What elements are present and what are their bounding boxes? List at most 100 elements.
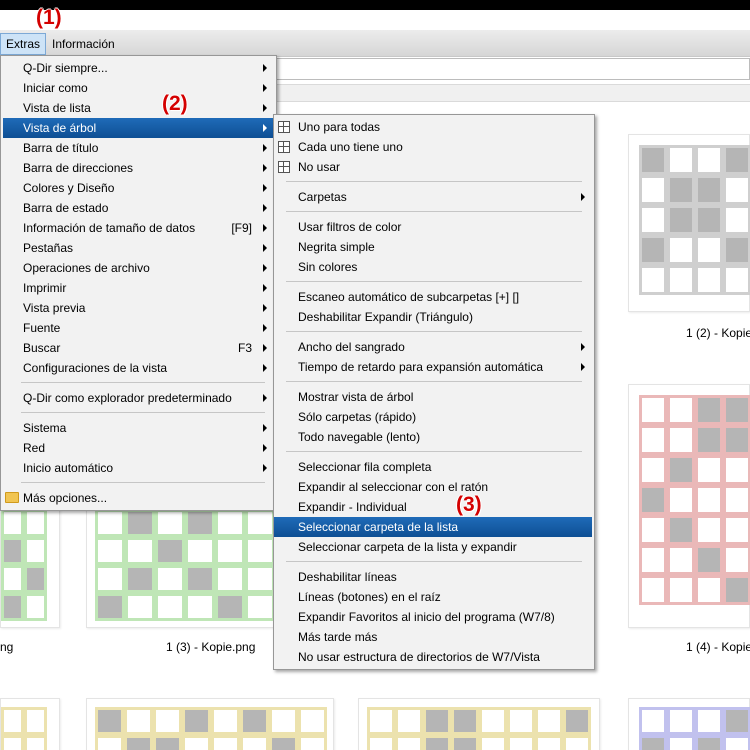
tree-item-solo-carpetas-rapido[interactable]: Sólo carpetas (rápido) <box>274 407 592 427</box>
extras-item-q-dir-siempre[interactable]: Q-Dir siempre... <box>3 58 274 78</box>
menu-item-label: Barra de direcciones <box>23 161 134 175</box>
tree-item-no-usar[interactable]: No usar <box>274 157 592 177</box>
submenu-arrow-icon <box>581 343 585 351</box>
tree-item-expandir-individual[interactable]: Expandir - Individual <box>274 497 592 517</box>
menu-separator <box>286 561 582 562</box>
extras-item-vista-previa[interactable]: Vista previa <box>3 298 274 318</box>
extras-item-colores-y-diseno[interactable]: Colores y Diseño <box>3 178 274 198</box>
menu-separator <box>21 482 265 483</box>
tree-item-seleccionar-fila-completa[interactable]: Seleccionar fila completa <box>274 457 592 477</box>
address-bar[interactable] <box>270 58 750 80</box>
annotation-1: (1) <box>36 6 62 29</box>
tree-item-todo-navegable-lento[interactable]: Todo navegable (lento) <box>274 427 592 447</box>
menu-item-label: Sin colores <box>298 260 358 274</box>
extras-item-red[interactable]: Red <box>3 438 274 458</box>
submenu-arrow-icon <box>581 193 585 201</box>
tree-item-escaneo-automatico-de-subcarpetas[interactable]: Escaneo automático de subcarpetas [+] [] <box>274 287 592 307</box>
submenu-arrow-icon <box>263 144 267 152</box>
menu-item-label: Usar filtros de color <box>298 220 402 234</box>
extras-item-q-dir-como-explorador-predeterminado[interactable]: Q-Dir como explorador predeterminado <box>3 388 274 408</box>
tree-item-seleccionar-carpeta-de-la-lista[interactable]: Seleccionar carpeta de la lista <box>274 517 592 537</box>
submenu-arrow-icon <box>263 64 267 72</box>
tree-item-tiempo-de-retardo-para-expansion-automatica[interactable]: Tiempo de retardo para expansión automát… <box>274 357 592 377</box>
menu-item-label: Seleccionar fila completa <box>298 460 432 474</box>
menu-item-label: Inicio automático <box>23 461 114 475</box>
submenu-arrow-icon <box>263 304 267 312</box>
thumbnail-bottom-1[interactable] <box>0 698 60 750</box>
tree-item-expandir-al-seleccionar-con-el-raton[interactable]: Expandir al seleccionar con el ratón <box>274 477 592 497</box>
extras-item-operaciones-de-archivo[interactable]: Operaciones de archivo <box>3 258 274 278</box>
submenu-arrow-icon <box>263 464 267 472</box>
extras-item-barra-de-titulo[interactable]: Barra de título <box>3 138 274 158</box>
tree-item-ancho-del-sangrado[interactable]: Ancho del sangrado <box>274 337 592 357</box>
tree-item-carpetas[interactable]: Carpetas <box>274 187 592 207</box>
extras-item-pestanas[interactable]: Pestañas <box>3 238 274 258</box>
tree-item-deshabilitar-lineas[interactable]: Deshabilitar líneas <box>274 567 592 587</box>
menu-item-shortcut: [F9] <box>231 221 252 235</box>
annotation-2: (2) <box>162 92 188 115</box>
menu-item-label: Seleccionar carpeta de la lista <box>298 520 459 534</box>
menu-item-label: Q-Dir siempre... <box>23 61 108 75</box>
extras-item-vista-de-arbol[interactable]: Vista de árbol <box>3 118 274 138</box>
extras-item-configuraciones-de-la-vista[interactable]: Configuraciones de la vista <box>3 358 274 378</box>
tree-item-expandir-favoritos-al-inicio-del-programa-w7-8[interactable]: Expandir Favoritos al inicio del program… <box>274 607 592 627</box>
tree-item-lineas-botones-en-el-raiz[interactable]: Líneas (botones) en el raíz <box>274 587 592 607</box>
submenu-arrow-icon <box>263 364 267 372</box>
menu-item-label: Fuente <box>23 321 61 335</box>
menu-item-label: Deshabilitar Expandir (Triángulo) <box>298 310 473 324</box>
tree-item-negrita-simple[interactable]: Negrita simple <box>274 237 592 257</box>
menu-item-label: Vista de lista <box>23 101 91 115</box>
menu-item-label: Escaneo automático de subcarpetas [+] [] <box>298 290 520 304</box>
tree-item-sin-colores[interactable]: Sin colores <box>274 257 592 277</box>
submenu-arrow-icon <box>263 124 267 132</box>
extras-item-iniciar-como[interactable]: Iniciar como <box>3 78 274 98</box>
tree-item-no-usar-estructura-de-directorios-de-w7-vista[interactable]: No usar estructura de directorios de W7/… <box>274 647 592 667</box>
extras-item-vista-de-lista[interactable]: Vista de lista <box>3 98 274 118</box>
extras-item-informacion-de-tamano-de-datos[interactable]: Información de tamaño de datos [F9] <box>3 218 274 238</box>
extras-item-inicio-automatico[interactable]: Inicio automático <box>3 458 274 478</box>
menu-separator <box>286 381 582 382</box>
thumbnail-caption: ng <box>0 640 14 654</box>
menu-item-label: Vista de árbol <box>23 121 97 135</box>
menu-item-label: Pestañas <box>23 241 74 255</box>
extras-item-imprimir[interactable]: Imprimir <box>3 278 274 298</box>
extras-item-fuente[interactable]: Fuente <box>3 318 274 338</box>
extras-item-sistema[interactable]: Sistema <box>3 418 274 438</box>
thumbnail-partial-left[interactable] <box>0 500 60 628</box>
thumbnail-1-2-kopie[interactable] <box>628 134 750 312</box>
thumbnail-bottom-3[interactable] <box>358 698 600 750</box>
image-preview <box>1 509 47 621</box>
extras-item-mas-opciones[interactable]: Más opciones... <box>3 488 274 508</box>
extras-item-barra-de-estado[interactable]: Barra de estado <box>3 198 274 218</box>
menu-informacion[interactable]: Información <box>47 33 120 55</box>
thumbnail-caption: 1 (2) - Kopie <box>686 326 750 340</box>
tree-item-seleccionar-carpeta-de-la-lista-y-expandir[interactable]: Seleccionar carpeta de la lista y expand… <box>274 537 592 557</box>
menu-item-label: Líneas (botones) en el raíz <box>298 590 441 604</box>
submenu-arrow-icon <box>263 104 267 112</box>
tree-item-mas-tarde-mas[interactable]: Más tarde más <box>274 627 592 647</box>
tree-layout-icon <box>278 141 290 153</box>
menu-item-label: Información de tamaño de datos <box>23 221 196 235</box>
extras-item-buscar[interactable]: Buscar F3 <box>3 338 274 358</box>
tree-item-usar-filtros-de-color[interactable]: Usar filtros de color <box>274 217 592 237</box>
submenu-arrow-icon <box>263 264 267 272</box>
submenu-arrow-icon <box>263 224 267 232</box>
thumbnail-1-4-kopie[interactable] <box>628 384 750 628</box>
tree-layout-icon <box>278 161 290 173</box>
menu-item-label: Carpetas <box>298 190 347 204</box>
submenu-arrow-icon <box>263 204 267 212</box>
thumbnail-bottom-2[interactable] <box>86 698 334 750</box>
extras-menu: Q-Dir siempre... Iniciar como Vista de lis… <box>0 55 277 511</box>
submenu-arrow-icon <box>263 184 267 192</box>
tree-item-mostrar-vista-de-arbol[interactable]: Mostrar vista de árbol <box>274 387 592 407</box>
extras-item-barra-de-direcciones[interactable]: Barra de direcciones <box>3 158 274 178</box>
tree-item-uno-para-todas[interactable]: Uno para todas <box>274 117 592 137</box>
thumbnail-bottom-4[interactable] <box>628 698 750 750</box>
submenu-arrow-icon <box>263 394 267 402</box>
menu-extras[interactable]: Extras <box>0 33 47 55</box>
menu-item-label: Más tarde más <box>298 630 378 644</box>
thumbnail-1-3-kopie[interactable] <box>86 500 276 628</box>
tree-item-deshabilitar-expandir-triangulo[interactable]: Deshabilitar Expandir (Triángulo) <box>274 307 592 327</box>
tree-item-cada-uno-tiene-uno[interactable]: Cada uno tiene uno <box>274 137 592 157</box>
menu-item-label: Seleccionar carpeta de la lista y expand… <box>298 540 517 554</box>
